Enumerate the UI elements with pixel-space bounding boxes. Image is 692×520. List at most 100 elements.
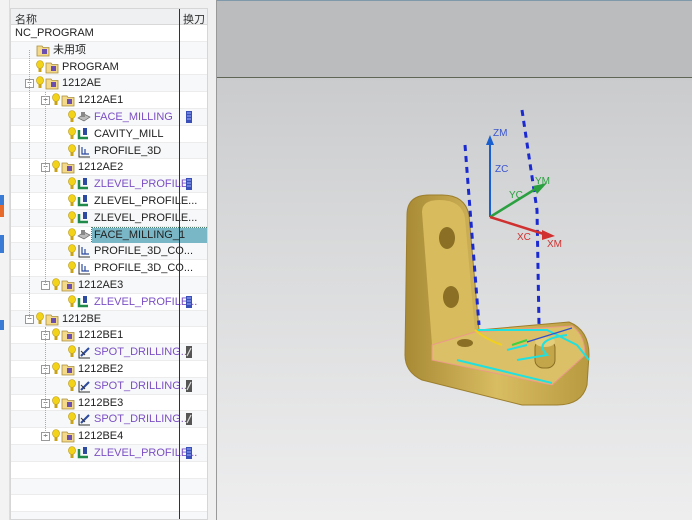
node-label[interactable]: ZLEVEL_PROFILE... <box>92 194 197 209</box>
cavity-mill-icon <box>77 295 91 309</box>
spot-drilling-icon <box>77 345 91 359</box>
node-label[interactable]: PROFILE_3D_CO... <box>92 244 193 259</box>
program-folder-icon <box>45 60 59 74</box>
cavity-mill-icon <box>77 446 91 460</box>
node-label[interactable]: ZLEVEL_PROFILE... <box>92 446 197 461</box>
program-folder-icon <box>61 278 75 292</box>
node-label[interactable]: 1212AE <box>60 76 101 91</box>
status-bulb-icon <box>68 177 76 191</box>
program-folder-icon <box>45 76 59 90</box>
status-bulb-icon <box>52 328 60 342</box>
part-model <box>404 194 590 406</box>
model-view: ZM ZC YM YC XC XM <box>404 109 590 406</box>
status-bulb-icon <box>52 160 60 174</box>
operation-navigator: 名称 换刀 NC_PROGRAM 未用项 PROGRAM −1212AE −1212AE… <box>10 8 208 520</box>
node-label[interactable]: PROGRAM <box>60 60 119 75</box>
status-bulb-icon <box>68 345 76 359</box>
status-bulb-icon <box>68 261 76 275</box>
status-bulb-icon <box>68 143 76 158</box>
node-label[interactable]: 1212BE2 <box>76 362 123 377</box>
profile-3d-icon <box>77 144 91 158</box>
drill-tool-icon <box>185 346 193 359</box>
node-label[interactable]: PROFILE_3D_CO... <box>92 261 193 276</box>
status-bulb-icon <box>68 446 76 460</box>
status-bulb-icon <box>52 362 60 376</box>
axis-label-ym: YM <box>535 176 550 187</box>
spot-drilling-icon <box>77 412 91 426</box>
node-label[interactable]: 1212BE1 <box>76 328 123 343</box>
program-folder-icon <box>61 362 75 376</box>
cavity-mill-icon <box>77 177 91 191</box>
face-milling-icon <box>77 110 91 124</box>
node-label[interactable]: ZLEVEL_PROFILE... <box>92 295 197 310</box>
program-folder-icon <box>61 396 75 410</box>
drill-tool-icon <box>185 379 193 392</box>
status-bulb-icon <box>68 210 76 225</box>
mill-tool-icon <box>185 447 193 459</box>
status-bulb-icon <box>36 59 44 74</box>
node-label[interactable]: SPOT_DRILLING... <box>92 379 190 394</box>
status-bulb-icon <box>52 429 60 443</box>
program-folder-icon <box>45 312 59 326</box>
node-label[interactable]: ZLEVEL_PROFILE <box>92 177 188 192</box>
node-label[interactable]: 1212AE3 <box>76 278 123 293</box>
spot-drilling-icon <box>77 379 91 393</box>
axis-label-zc: ZC <box>495 164 508 175</box>
status-bulb-icon <box>68 294 76 309</box>
status-bulb-icon <box>68 244 76 258</box>
status-bulb-icon <box>52 93 60 107</box>
toolbar-icon[interactable] <box>0 320 4 330</box>
status-bulb-icon <box>52 278 60 292</box>
program-folder-icon <box>61 93 75 107</box>
status-bulb-icon <box>68 126 76 141</box>
program-folder-icon <box>61 429 75 443</box>
node-label[interactable]: 1212BE3 <box>76 396 123 411</box>
tree-connector <box>45 327 46 437</box>
profile-3d-icon <box>77 244 91 258</box>
node-label[interactable]: SPOT_DRILLING... <box>92 345 190 360</box>
cavity-mill-icon <box>77 127 91 141</box>
node-label[interactable]: 未用项 <box>51 43 86 58</box>
left-toolbar-strip <box>0 0 10 520</box>
splitter[interactable] <box>208 0 216 520</box>
status-bulb-icon <box>68 110 76 124</box>
mill-tool-icon <box>185 295 193 308</box>
node-label[interactable]: 1212AE2 <box>76 160 123 175</box>
status-bulb-icon <box>36 76 44 90</box>
node-label[interactable]: 1212BE4 <box>76 429 123 444</box>
column-divider <box>179 9 180 519</box>
unused-folder-icon <box>36 43 50 57</box>
status-bulb-icon <box>68 412 76 426</box>
node-label[interactable]: SPOT_DRILLING... <box>92 412 190 427</box>
cavity-mill-icon <box>77 211 91 225</box>
axis-label-xc: XC <box>517 232 531 243</box>
node-label[interactable]: NC_PROGRAM <box>13 26 94 41</box>
node-label[interactable]: PROFILE_3D <box>92 144 161 159</box>
status-bulb-icon <box>68 227 76 242</box>
coordinate-axes: ZM ZC YM YC XC XM <box>486 128 562 250</box>
node-label[interactable]: 1212AE1 <box>76 93 123 108</box>
node-label[interactable]: FACE_MILLING_1 <box>91 226 207 244</box>
node-label[interactable]: 1212BE <box>60 312 101 327</box>
status-bulb-icon <box>36 311 44 326</box>
axis-label-yc: YC <box>509 190 523 201</box>
node-label[interactable]: ZLEVEL_PROFILE... <box>92 211 197 226</box>
graphics-viewport[interactable]: ZM ZC YM YC XC XM <box>216 0 692 520</box>
cavity-mill-icon <box>77 194 91 208</box>
status-bulb-icon <box>68 194 76 208</box>
node-label[interactable]: CAVITY_MILL <box>92 127 164 142</box>
toolbar-icon[interactable] <box>0 195 4 205</box>
axis-label-xm: XM <box>547 239 562 250</box>
toolbar-icon[interactable] <box>0 235 4 253</box>
drill-tool-icon <box>185 413 193 426</box>
tree-connector <box>45 92 46 286</box>
program-folder-icon <box>61 160 75 174</box>
program-folder-icon <box>61 328 75 342</box>
profile-3d-icon <box>77 261 91 275</box>
mill-tool-icon <box>185 111 193 123</box>
face-milling-icon <box>77 228 91 242</box>
tree-connector <box>29 50 30 319</box>
toolbar-icon[interactable] <box>0 205 4 217</box>
axis-label-zm: ZM <box>493 128 507 139</box>
node-label[interactable]: FACE_MILLING <box>92 110 173 125</box>
